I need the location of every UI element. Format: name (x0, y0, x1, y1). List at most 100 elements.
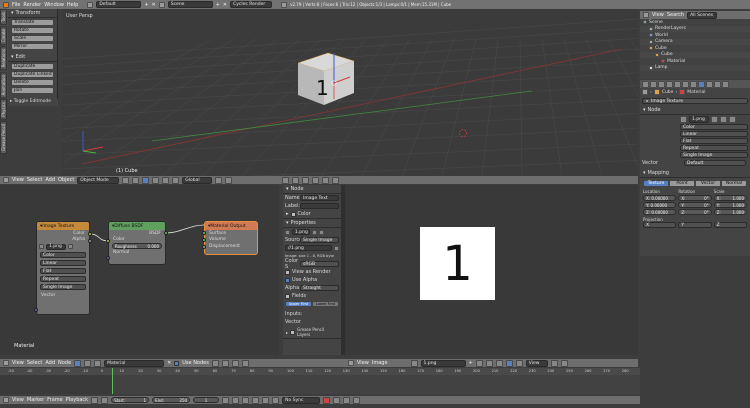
proportional-edit-icon[interactable] (302, 176, 309, 184)
socket-normal-in[interactable] (106, 256, 110, 260)
viewport-add-menu[interactable]: Add (45, 177, 55, 183)
rotation-field[interactable]: Z: 0° (678, 209, 712, 215)
mirror-button[interactable]: Mirror (11, 43, 54, 50)
pin-icon[interactable] (221, 359, 229, 367)
object-nodes-icon[interactable] (84, 359, 92, 367)
image-editor-name-field[interactable]: 1.png (420, 359, 466, 367)
timeline-marker-menu[interactable]: Marker (27, 397, 44, 403)
scene-selector[interactable]: Scene (167, 1, 213, 8)
rotation-field[interactable]: Y: 0° (678, 202, 712, 208)
image-add-icon[interactable]: + (469, 360, 473, 366)
menu-render[interactable]: Render (23, 2, 41, 8)
view-as-render-checkbox[interactable] (285, 269, 290, 275)
color-section-header[interactable]: ▸ Color (283, 210, 341, 219)
socket-vector-in[interactable] (34, 308, 38, 312)
join-button[interactable]: Join (11, 87, 54, 94)
tab-grease-pencil[interactable]: Grease Pencil (0, 120, 7, 154)
shading-icon[interactable] (122, 176, 130, 184)
transform-panel-header[interactable]: ▾ Transform (8, 9, 57, 18)
projection-z[interactable]: Z (713, 222, 747, 228)
node-option-dropdown[interactable]: Color (40, 252, 86, 258)
translate-manip-icon[interactable] (152, 176, 160, 184)
projection-y[interactable]: Y (678, 222, 712, 228)
mapping-texture-tab[interactable]: Texture (643, 180, 669, 187)
render-preview-icon[interactable] (332, 176, 339, 184)
layer-icon[interactable] (292, 176, 299, 184)
draw-channels-icon[interactable] (495, 359, 503, 367)
image-image-menu[interactable]: Image (372, 360, 388, 366)
layer-icon[interactable] (225, 176, 233, 184)
lower-first-button[interactable]: Lower First (312, 301, 339, 307)
rotation-field[interactable]: X: 0° (678, 195, 712, 201)
image-texture-node[interactable]: ▾ Image Texture Color Alpha 1.png Color L… (36, 221, 90, 315)
fields-row[interactable]: Fields (283, 292, 341, 300)
socket-color-out[interactable] (88, 232, 92, 236)
image-open-icon[interactable] (720, 115, 727, 123)
scene-add-icon[interactable]: + (216, 2, 220, 8)
editor-type-icon[interactable] (348, 360, 354, 366)
material-output-node[interactable]: ▾ Material Output Surface Volume Displac… (204, 221, 258, 255)
grease-pencil-section-header[interactable]: ▸ Grease Pencil Layers (283, 326, 341, 339)
sync-mode-selector[interactable]: No Sync (282, 396, 321, 404)
editor-type-icon[interactable] (3, 360, 9, 366)
color-checkbox[interactable] (290, 211, 296, 217)
record-icon[interactable] (91, 396, 99, 404)
use-nodes-checkbox[interactable] (174, 360, 180, 366)
node-select-menu[interactable]: Select (27, 360, 42, 366)
texture-option-dropdown[interactable]: Flat (680, 138, 748, 144)
end-frame-field[interactable]: End: 250 (152, 397, 191, 403)
tab-tools[interactable]: Tools (0, 9, 7, 25)
auto-keying-icon[interactable] (323, 396, 331, 404)
editor-type-icon[interactable] (643, 12, 649, 18)
socket-displacement-in[interactable] (202, 245, 206, 249)
keying-set-icon[interactable] (333, 396, 341, 404)
timeline-view-menu[interactable]: View (12, 397, 24, 403)
alpha-dropdown[interactable]: Straight (300, 285, 339, 291)
tab-animation[interactable]: Animation (0, 71, 7, 98)
image-unlink-icon[interactable] (729, 115, 736, 123)
render-tab-icon[interactable] (642, 81, 649, 88)
socket-volume-in[interactable] (202, 238, 206, 242)
cube-object[interactable]: 1 (294, 49, 358, 109)
image-open-icon[interactable] (319, 229, 324, 235)
viewport-select-menu[interactable]: Select (27, 177, 42, 183)
upper-first-button[interactable]: Upper First (285, 301, 312, 307)
filepath-field[interactable]: //1.png (285, 245, 332, 251)
outliner-display-mode[interactable]: All Scenes (687, 11, 718, 19)
node-option-dropdown[interactable]: Repeat (40, 276, 86, 282)
snap-icon[interactable] (312, 176, 319, 184)
image-new-icon[interactable] (711, 115, 718, 123)
duplicate-linked-button[interactable]: Duplicate Linked (11, 71, 54, 78)
node-section-header[interactable]: ▾ Node (283, 185, 341, 194)
editor-type-icon[interactable] (3, 397, 9, 403)
menu-file[interactable]: File (12, 2, 20, 8)
view-as-render-row[interactable]: View as Render (283, 268, 341, 276)
texture-tab-icon[interactable] (706, 81, 713, 88)
preview-range-icon[interactable] (101, 396, 109, 404)
scene-close-icon[interactable]: ✕ (223, 2, 227, 8)
node-option-dropdown[interactable]: Single Image (40, 284, 86, 290)
viewport-view-menu[interactable]: View (12, 177, 24, 183)
paste-icon[interactable] (241, 359, 249, 367)
current-frame-indicator[interactable] (112, 368, 113, 394)
socket-diffuse-color-in[interactable] (106, 239, 110, 243)
scale-button[interactable]: Scale (11, 35, 54, 42)
scene-icon[interactable] (158, 1, 165, 8)
mapping-point-tab[interactable]: Point (669, 180, 695, 187)
copy-icon[interactable] (231, 359, 239, 367)
scale-manip-icon[interactable] (172, 176, 180, 184)
mask-icon[interactable] (560, 359, 568, 367)
current-frame-field[interactable]: 1 (193, 397, 220, 403)
image-view-menu[interactable]: View (357, 360, 369, 366)
node-view-menu[interactable]: View (12, 360, 24, 366)
mapping-vector-tab[interactable]: Vector (695, 180, 721, 187)
material-browse-icon[interactable] (94, 359, 102, 367)
physics-tab-icon[interactable] (722, 81, 729, 88)
jump-end-icon[interactable] (272, 396, 280, 404)
node-add-menu[interactable]: Add (45, 360, 55, 366)
layers-tab-icon[interactable] (650, 81, 657, 88)
world-tab-icon[interactable] (666, 81, 673, 88)
projection-x[interactable]: X (643, 222, 677, 228)
fields-checkbox[interactable] (285, 293, 290, 299)
socket-bsdf-out[interactable] (164, 231, 168, 235)
